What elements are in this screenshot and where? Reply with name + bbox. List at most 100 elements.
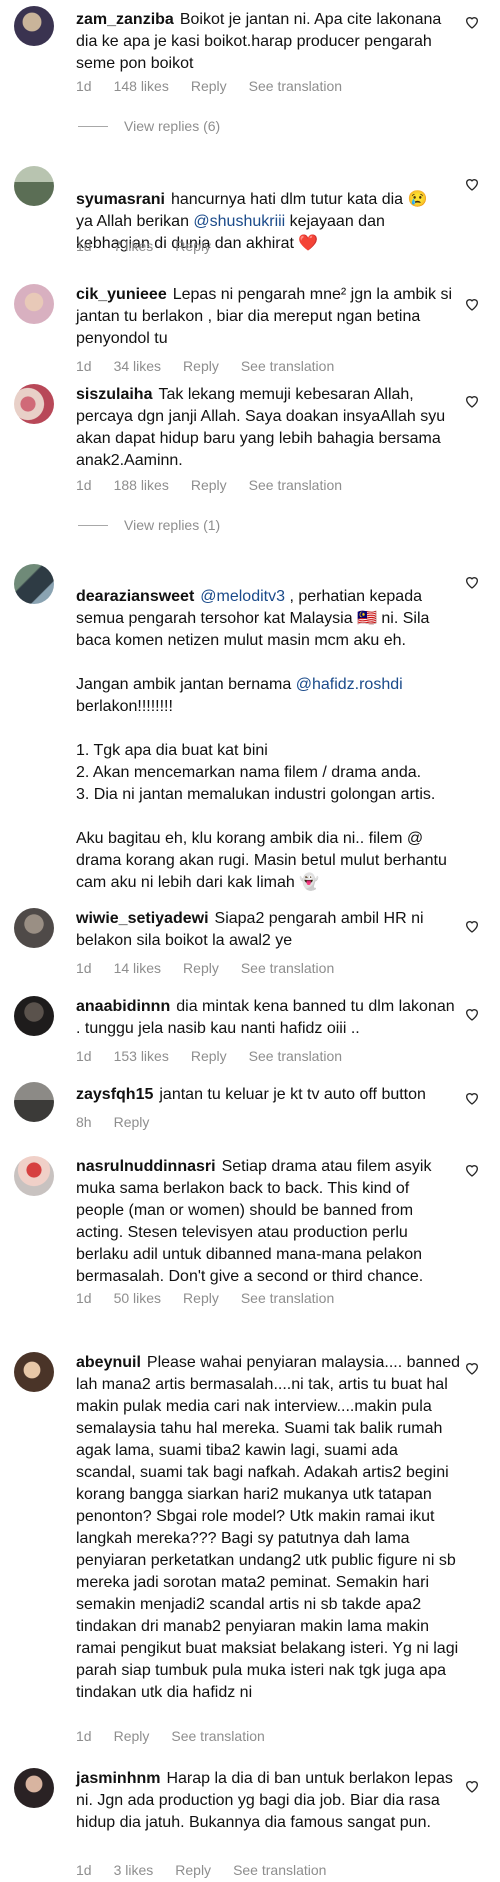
comment-text: Please wahai penyiaran malaysia.... bann… bbox=[76, 1354, 460, 1701]
comment-meta: 1d 188 likes Reply See translation bbox=[76, 477, 342, 493]
view-replies-button[interactable]: View replies (1) bbox=[78, 517, 220, 533]
see-translation-link[interactable]: See translation bbox=[249, 78, 342, 94]
comment-time: 8h bbox=[76, 1114, 92, 1130]
comment-meta: 1d 153 likes Reply See translation bbox=[76, 1048, 342, 1064]
like-heart-icon[interactable] bbox=[464, 1360, 480, 1376]
comment-username[interactable]: syumasrani bbox=[76, 191, 165, 208]
comment-mention[interactable]: @shushukriii bbox=[193, 213, 285, 230]
avatar[interactable] bbox=[14, 564, 54, 604]
like-heart-icon[interactable] bbox=[464, 176, 480, 192]
comment-likes[interactable]: 3 likes bbox=[114, 1862, 154, 1878]
comment-username[interactable]: nasrulnuddinnasri bbox=[76, 1158, 216, 1175]
avatar[interactable] bbox=[14, 996, 54, 1036]
comment-time: 1d bbox=[76, 477, 92, 493]
comment-time: 1d bbox=[76, 238, 92, 254]
reply-button[interactable]: Reply bbox=[183, 1290, 219, 1306]
comment-username[interactable]: abeynuil bbox=[76, 1354, 141, 1371]
avatar[interactable] bbox=[14, 908, 54, 948]
comment-time: 1d bbox=[76, 1290, 92, 1306]
comment-meta: 1d 14 likes Reply See translation bbox=[76, 960, 334, 976]
comment-body: anaabidinnn dia mintak kena banned tu dlm… bbox=[76, 996, 461, 1040]
comment-meta: 1d Reply See translation bbox=[76, 1728, 265, 1744]
replies-divider bbox=[78, 125, 108, 127]
reply-button[interactable]: Reply bbox=[191, 78, 227, 94]
reply-button[interactable]: Reply bbox=[183, 960, 219, 976]
comment-time: 1d bbox=[76, 1862, 92, 1878]
reply-button[interactable]: Reply bbox=[114, 1728, 150, 1744]
reply-button[interactable]: Reply bbox=[114, 1114, 150, 1130]
see-translation-link[interactable]: See translation bbox=[241, 358, 334, 374]
like-heart-icon[interactable] bbox=[464, 393, 480, 409]
see-translation-link[interactable]: See translation bbox=[249, 1048, 342, 1064]
see-translation-link[interactable]: See translation bbox=[241, 960, 334, 976]
comment-body: zaysfqh15 jantan tu keluar je kt tv auto … bbox=[76, 1084, 461, 1106]
reply-button[interactable]: Reply bbox=[175, 1862, 211, 1878]
comment-body: dearaziansweet @meloditv3 , perhatian kep… bbox=[76, 564, 461, 894]
like-heart-icon[interactable] bbox=[464, 1006, 480, 1022]
see-translation-link[interactable]: See translation bbox=[171, 1728, 264, 1744]
like-heart-icon[interactable] bbox=[464, 918, 480, 934]
comment-likes[interactable]: 34 likes bbox=[114, 358, 161, 374]
comment-body: jasminhnm Harap la dia di ban untuk berla… bbox=[76, 1768, 461, 1834]
comment-meta: 1d 50 likes Reply See translation bbox=[76, 1290, 334, 1306]
comment-username[interactable]: wiwie_setiyadewi bbox=[76, 910, 209, 927]
reply-button[interactable]: Reply bbox=[191, 1048, 227, 1064]
reply-button[interactable]: Reply bbox=[175, 238, 211, 254]
comment-body: nasrulnuddinnasri Setiap drama atau filem… bbox=[76, 1156, 461, 1288]
comment-username[interactable]: jasminhnm bbox=[76, 1770, 160, 1787]
comment-likes[interactable]: 148 likes bbox=[114, 78, 169, 94]
comment-likes[interactable]: 7 likes bbox=[114, 238, 154, 254]
comment-username[interactable]: cik_yunieee bbox=[76, 286, 167, 303]
comment-body: cik_yunieee Lepas ni pengarah mne² jgn la… bbox=[76, 284, 461, 350]
comment-mention[interactable]: @meloditv3 bbox=[200, 588, 285, 605]
comment-body: abeynuil Please wahai penyiaran malaysia.… bbox=[76, 1352, 461, 1704]
comment-likes[interactable]: 153 likes bbox=[114, 1048, 169, 1064]
like-heart-icon[interactable] bbox=[464, 574, 480, 590]
comment-time: 1d bbox=[76, 358, 92, 374]
comment-meta: 1d 148 likes Reply See translation bbox=[76, 78, 342, 94]
avatar[interactable] bbox=[14, 1082, 54, 1122]
avatar[interactable] bbox=[14, 284, 54, 324]
comment-username[interactable]: dearaziansweet bbox=[76, 588, 194, 605]
view-replies-button[interactable]: View replies (6) bbox=[78, 118, 220, 134]
comment-username[interactable]: siszulaiha bbox=[76, 386, 152, 403]
comment-username[interactable]: zaysfqh15 bbox=[76, 1086, 153, 1103]
like-heart-icon[interactable] bbox=[464, 1778, 480, 1794]
see-translation-link[interactable]: See translation bbox=[233, 1862, 326, 1878]
avatar[interactable] bbox=[14, 166, 54, 206]
comment-body: siszulaiha Tak lekang memuji kebesaran Al… bbox=[76, 384, 461, 472]
see-translation-link[interactable]: See translation bbox=[249, 477, 342, 493]
like-heart-icon[interactable] bbox=[464, 296, 480, 312]
avatar[interactable] bbox=[14, 1156, 54, 1196]
avatar[interactable] bbox=[14, 384, 54, 424]
avatar[interactable] bbox=[14, 1352, 54, 1392]
comment-body: zam_zanziba Boikot je jantan ni. Apa cite… bbox=[76, 9, 461, 75]
comment-meta: 1d 7 likes Reply bbox=[76, 238, 211, 254]
comment-username[interactable]: zam_zanziba bbox=[76, 11, 174, 28]
comment-time: 1d bbox=[76, 1728, 92, 1744]
comment-time: 1d bbox=[76, 78, 92, 94]
see-translation-link[interactable]: See translation bbox=[241, 1290, 334, 1306]
comment-text: Setiap drama atau filem asyik muka sama … bbox=[76, 1158, 432, 1285]
avatar[interactable] bbox=[14, 6, 54, 46]
view-replies-label: View replies (6) bbox=[124, 118, 221, 134]
like-heart-icon[interactable] bbox=[464, 1090, 480, 1106]
comment-likes[interactable]: 50 likes bbox=[114, 1290, 161, 1306]
comment-text: berlakon!!!!!!!! 1. Tgk apa dia buat kat… bbox=[76, 698, 447, 891]
comment-meta: 1d 3 likes Reply See translation bbox=[76, 1862, 326, 1878]
comment-mention[interactable]: @hafidz.roshdi bbox=[296, 676, 403, 693]
comment-time: 1d bbox=[76, 1048, 92, 1064]
comment-likes[interactable]: 14 likes bbox=[114, 960, 161, 976]
like-heart-icon[interactable] bbox=[464, 14, 480, 30]
comment-username[interactable]: anaabidinnn bbox=[76, 998, 170, 1015]
comment-body: wiwie_setiyadewi Siapa2 pengarah ambil HR… bbox=[76, 908, 461, 952]
reply-button[interactable]: Reply bbox=[191, 477, 227, 493]
comment-time: 1d bbox=[76, 960, 92, 976]
comment-likes[interactable]: 188 likes bbox=[114, 477, 169, 493]
avatar[interactable] bbox=[14, 1768, 54, 1808]
comment-meta: 8h Reply bbox=[76, 1114, 149, 1130]
comment-meta: 1d 34 likes Reply See translation bbox=[76, 358, 334, 374]
like-heart-icon[interactable] bbox=[464, 1162, 480, 1178]
reply-button[interactable]: Reply bbox=[183, 358, 219, 374]
view-replies-label: View replies (1) bbox=[124, 517, 221, 533]
